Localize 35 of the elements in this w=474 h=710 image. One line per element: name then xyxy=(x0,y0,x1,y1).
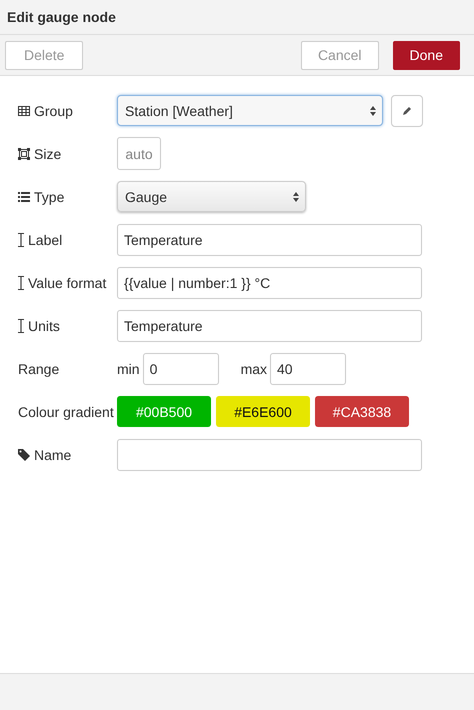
text-cursor-icon xyxy=(18,232,24,246)
done-button[interactable]: Done xyxy=(392,40,460,70)
field-label: Type xyxy=(34,188,64,204)
text-cursor-icon xyxy=(18,276,24,290)
max-field[interactable]: 40 xyxy=(270,352,346,384)
field-label: Colour gradient xyxy=(18,404,114,420)
type-select[interactable]: Gauge xyxy=(117,181,306,212)
list-icon xyxy=(18,192,30,202)
field-label: Group xyxy=(34,102,73,118)
size-button[interactable]: auto xyxy=(117,137,161,170)
min-label: min xyxy=(117,360,140,376)
text-cursor-icon xyxy=(18,318,24,332)
field-label: Label xyxy=(28,232,62,248)
field-label: Value format xyxy=(28,274,106,290)
edit-button[interactable] xyxy=(391,94,423,126)
field-label: Name xyxy=(34,446,72,462)
pencil-icon xyxy=(402,106,412,116)
text-field[interactable]: {{value | number:1 }} °C xyxy=(117,266,422,298)
text-field[interactable]: Temperature xyxy=(117,310,422,342)
updown-icon xyxy=(293,192,299,202)
tag-icon xyxy=(18,448,30,460)
dialog-title: Edit gauge node xyxy=(7,9,116,25)
colour-swatch[interactable]: #E6E600 xyxy=(216,396,310,427)
max-label: max xyxy=(240,360,268,376)
name-field[interactable] xyxy=(117,438,422,470)
colour-swatch[interactable]: #CA3838 xyxy=(315,396,409,427)
group-select[interactable]: Station [Weather] xyxy=(117,95,383,126)
field-label: Units xyxy=(28,318,60,334)
text-field[interactable]: Temperature xyxy=(117,224,422,256)
field-label: Range xyxy=(18,360,60,376)
resize-icon xyxy=(18,148,30,160)
updown-icon xyxy=(370,106,376,116)
min-field[interactable]: 0 xyxy=(142,352,219,384)
field-label: Size xyxy=(34,146,62,162)
table-icon xyxy=(18,106,30,116)
